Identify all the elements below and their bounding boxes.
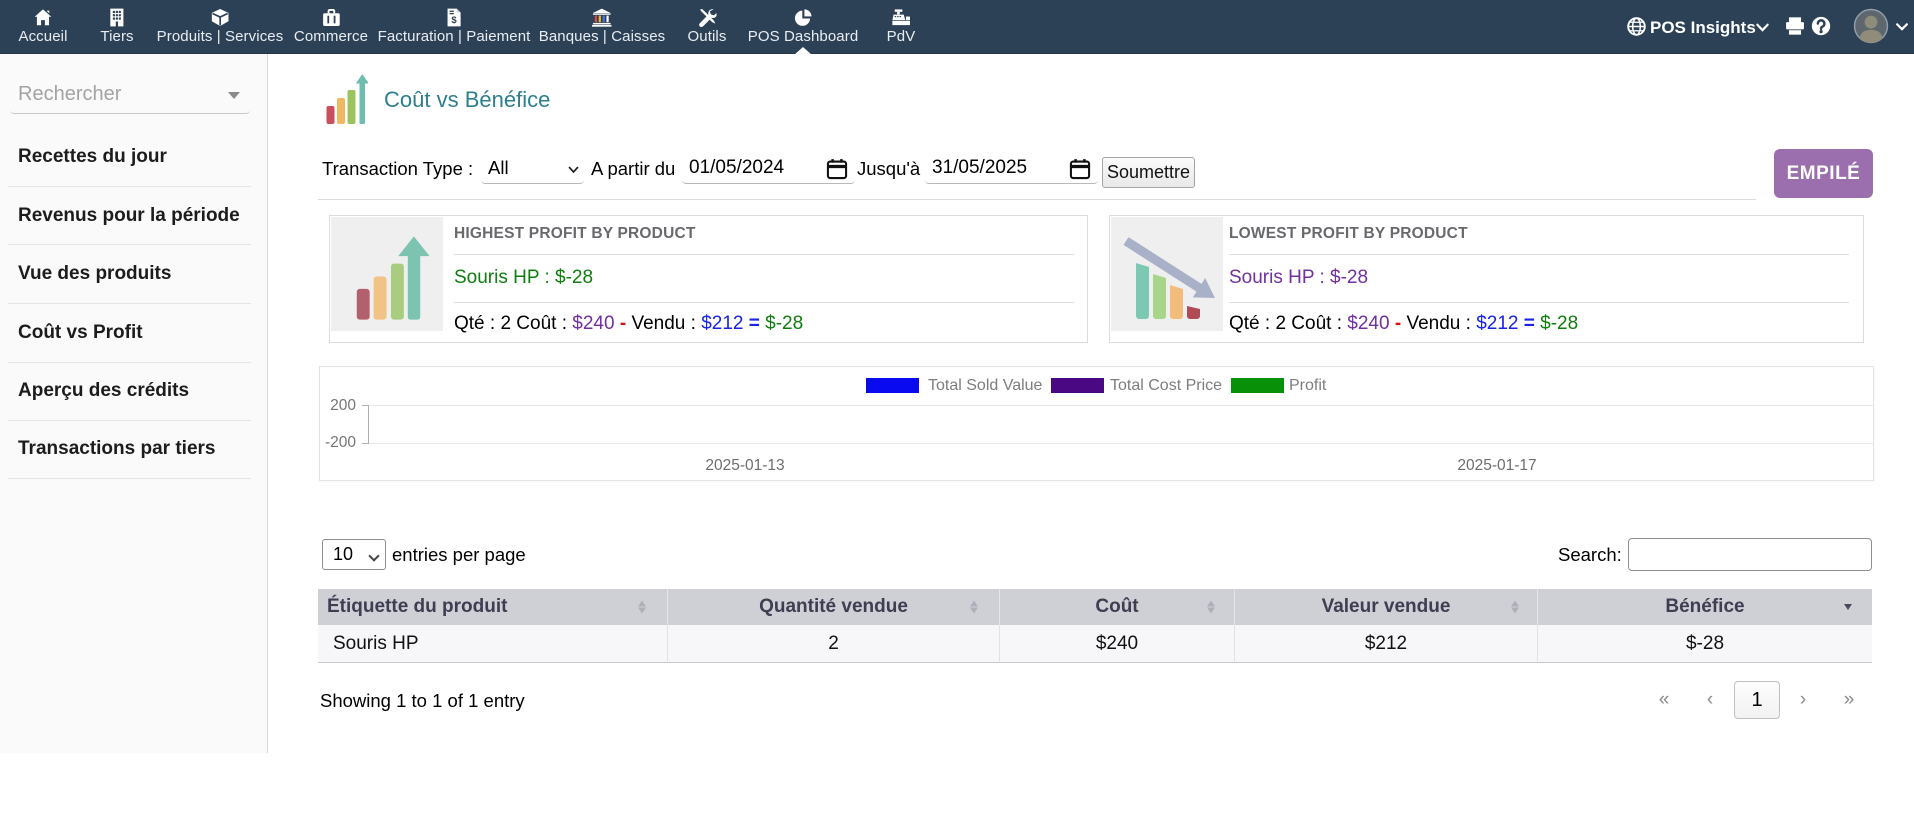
svg-text:$: $ (451, 15, 457, 26)
